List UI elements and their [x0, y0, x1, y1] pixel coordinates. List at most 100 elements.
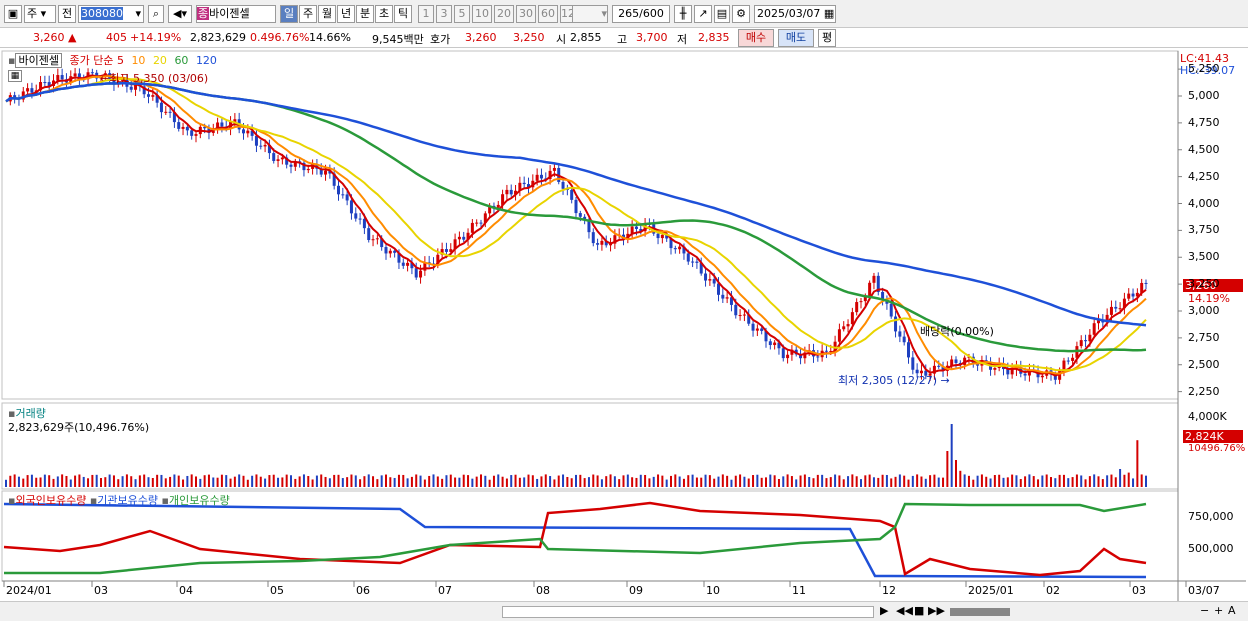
grid-icon[interactable]: ▦: [8, 70, 22, 82]
minute-option-1[interactable]: 3: [436, 5, 452, 23]
tab-period-5[interactable]: 초: [375, 5, 393, 23]
volume-bar: [536, 478, 539, 487]
candle-body: [734, 304, 738, 316]
fastforward-icon[interactable]: ▶▶: [928, 604, 945, 617]
volume-bar: [1024, 476, 1027, 487]
candle-body: [358, 218, 362, 220]
volume-bar: [721, 474, 724, 487]
zoom-out-icon[interactable]: −: [1200, 604, 1209, 617]
x-axis-tick: 2024/01: [6, 584, 52, 597]
speaker-icon[interactable]: ◀▾: [168, 5, 192, 23]
font-icon[interactable]: A: [1228, 604, 1236, 617]
period-type-select[interactable]: 주 ▾: [24, 5, 56, 23]
candle-type-icon[interactable]: ╫: [674, 5, 692, 23]
play-icon[interactable]: ▶: [880, 604, 894, 617]
prev-button[interactable]: 전: [58, 5, 76, 23]
tab-period-1[interactable]: 주: [299, 5, 317, 23]
tab-period-3[interactable]: 년: [337, 5, 355, 23]
rewind-icon[interactable]: ◀◀: [896, 604, 913, 617]
volume-bar: [661, 475, 664, 487]
candle-body: [496, 204, 500, 208]
candle-body: [414, 268, 418, 278]
zoom-in-icon[interactable]: +: [1214, 604, 1223, 617]
candle-body: [1118, 308, 1122, 310]
volume-bar: [665, 479, 668, 487]
volume-bar: [1101, 479, 1104, 487]
volume-bar: [708, 475, 711, 487]
volume-bar: [130, 476, 133, 487]
buy-button[interactable]: 매수: [738, 29, 774, 47]
candle-body: [574, 199, 578, 214]
candle-body: [263, 144, 267, 147]
chart-area[interactable]: ▪ 바이젠셀 종가 단순 5 10 20 60 120 ▦ ←최고 5,350 (…: [0, 49, 1248, 621]
price-y-tick: 4,000: [1188, 196, 1220, 210]
volume-bar: [35, 477, 38, 487]
volume-bar: [30, 474, 33, 487]
date-field[interactable]: 2025/03/07 ▦: [754, 5, 836, 23]
tab-period-6[interactable]: 틱: [394, 5, 412, 23]
chart-svg[interactable]: [0, 49, 1248, 601]
volume-bar: [39, 477, 42, 487]
x-axis-tick: 06: [356, 584, 370, 597]
draw-tool-icon[interactable]: ↗: [694, 5, 712, 23]
custom-period-select[interactable]: ▾: [572, 5, 608, 23]
volume-bar: [1145, 475, 1147, 487]
volume-bar: [406, 478, 409, 487]
minute-option-4[interactable]: 20: [494, 5, 514, 23]
volume-bar: [95, 474, 98, 487]
volume-bar: [924, 478, 927, 487]
minute-option-6[interactable]: 60: [538, 5, 558, 23]
candle-body: [570, 190, 574, 200]
price-y-tick: 3,750: [1188, 223, 1220, 237]
sell-button[interactable]: 매도: [778, 29, 814, 47]
volume-bar: [700, 477, 703, 487]
volume-bar: [359, 479, 362, 487]
search-icon[interactable]: ⌕: [148, 5, 164, 23]
stock-name-field[interactable]: 종바이젠셀: [196, 5, 276, 23]
candle-body: [816, 356, 820, 358]
minute-option-5[interactable]: 30: [516, 5, 536, 23]
institution-holding: 기관보유수량: [97, 494, 159, 507]
volume-bar: [907, 479, 910, 487]
save-icon[interactable]: ▤: [714, 5, 730, 23]
volume-bar: [199, 478, 202, 487]
volume-bar: [233, 476, 236, 487]
date-value: 2025/03/07: [757, 7, 821, 20]
candle-body: [1071, 357, 1075, 361]
tab-period-0[interactable]: 일: [280, 5, 298, 23]
layout-icon[interactable]: ▣: [4, 5, 22, 23]
stock-name: 바이젠셀: [209, 7, 250, 20]
candle-body: [552, 167, 556, 171]
volume-bar: [579, 474, 582, 487]
code-input[interactable]: 308080 ▾: [78, 5, 144, 23]
volume-bar: [423, 479, 426, 487]
volume-bar: [402, 474, 405, 487]
minute-option-3[interactable]: 10: [472, 5, 492, 23]
candle-body: [375, 238, 379, 240]
scroll-thumb[interactable]: [950, 608, 1010, 616]
volume-bar: [860, 479, 862, 487]
ma-10: 10: [131, 54, 146, 67]
scrollbar-track[interactable]: [502, 606, 874, 618]
volume-bar: [467, 475, 470, 487]
tab-period-4[interactable]: 분: [356, 5, 374, 23]
volume-bar: [320, 474, 323, 487]
volume-bar: [769, 474, 772, 487]
stop-icon[interactable]: ■: [914, 604, 926, 617]
volume-bar: [380, 475, 383, 487]
candle-body: [1084, 340, 1088, 342]
minute-option-0[interactable]: 1: [418, 5, 434, 23]
eval-button[interactable]: 평: [818, 29, 836, 47]
minute-option-2[interactable]: 5: [454, 5, 470, 23]
volume-bar: [229, 478, 232, 487]
gear-icon[interactable]: ⚙: [732, 5, 750, 23]
low: 2,835: [698, 31, 730, 44]
tab-period-2[interactable]: 월: [318, 5, 336, 23]
count-field[interactable]: 265/600: [612, 5, 670, 23]
price: 3,260: [33, 31, 65, 44]
candle-body: [1114, 306, 1118, 309]
volume-bar: [518, 477, 521, 487]
price-y-tick: 4,250: [1188, 169, 1220, 183]
volume-bar: [251, 475, 254, 487]
candle-body: [937, 365, 941, 367]
